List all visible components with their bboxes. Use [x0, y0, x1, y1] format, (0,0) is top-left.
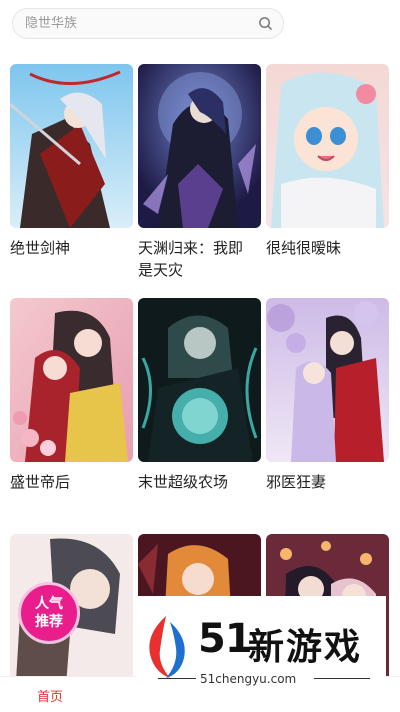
watermark-url: 51chengyu.com	[200, 672, 297, 686]
comic-title[interactable]: 末世超级农场	[138, 471, 261, 493]
search-bar[interactable]	[12, 8, 284, 39]
comic-cover[interactable]	[10, 298, 133, 462]
comic-title[interactable]: 邪医狂妻	[266, 471, 389, 493]
watermark-divider	[314, 678, 370, 679]
comic-card[interactable]: 绝世剑神	[10, 64, 133, 259]
comic-card[interactable]: 末世超级农场	[138, 298, 261, 493]
site-watermark: 51 新游戏 51chengyu.com	[136, 596, 386, 688]
comic-card[interactable]: 盛世帝后	[10, 298, 133, 493]
comic-title[interactable]: 盛世帝后	[10, 471, 133, 493]
badge-line-2: 推荐	[35, 614, 63, 630]
search-input[interactable]	[25, 16, 257, 31]
watermark-number: 51	[198, 616, 253, 662]
comic-card[interactable]: 天渊归来：我即 是天灾	[138, 64, 261, 281]
popular-recommend-badge[interactable]: 人气 推荐	[18, 582, 80, 644]
watermark-logo-icon	[149, 616, 185, 678]
comic-cover[interactable]	[266, 64, 389, 228]
comic-cover[interactable]	[138, 298, 261, 462]
comic-card[interactable]: 邪医狂妻	[266, 298, 389, 493]
badge-line-1: 人气	[35, 596, 63, 612]
comic-title[interactable]: 很纯很暧昧	[266, 237, 389, 259]
comic-cover[interactable]	[266, 298, 389, 462]
tab-home[interactable]: 首页	[0, 677, 100, 712]
comic-title[interactable]: 天渊归来：我即 是天灾	[138, 237, 261, 281]
comic-cover[interactable]	[138, 64, 261, 228]
comic-cover[interactable]	[10, 64, 133, 228]
watermark-divider	[158, 678, 196, 679]
search-icon[interactable]	[257, 16, 273, 32]
comic-title[interactable]: 绝世剑神	[10, 237, 133, 259]
watermark-name: 新游戏	[248, 627, 363, 668]
comic-card[interactable]: 很纯很暧昧	[266, 64, 389, 259]
